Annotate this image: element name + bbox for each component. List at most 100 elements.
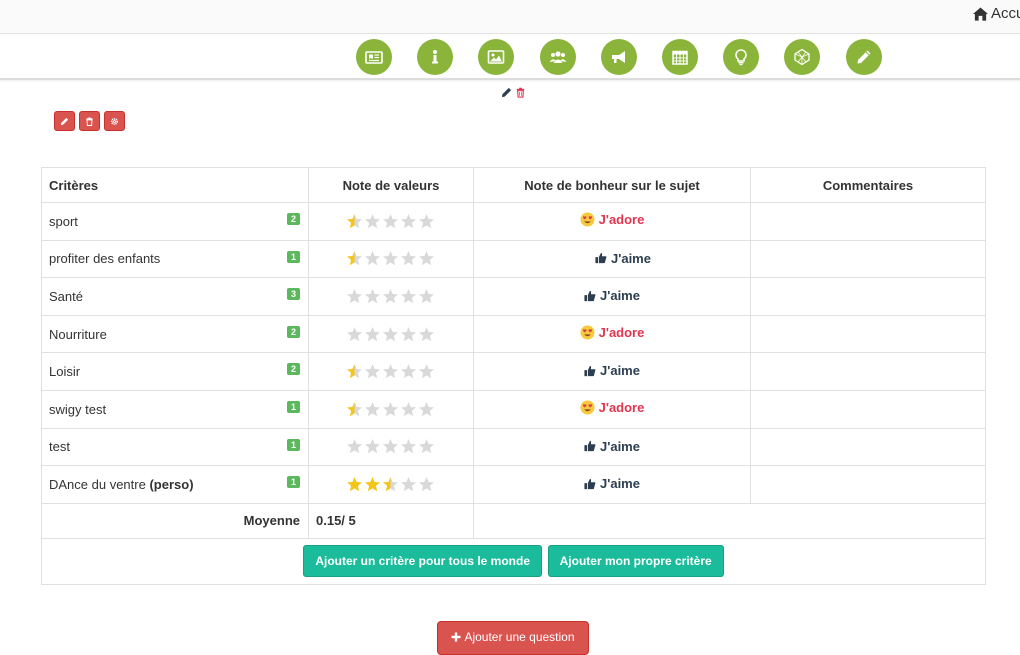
star-rating[interactable] (346, 476, 473, 493)
star-icon[interactable] (382, 213, 399, 230)
happiness-label: J'aime (600, 476, 640, 492)
star-icon[interactable] (364, 401, 381, 418)
trash-icon[interactable] (515, 87, 526, 98)
star-rating[interactable] (346, 213, 473, 230)
star-icon[interactable] (346, 326, 363, 343)
star-icon[interactable] (364, 476, 381, 493)
nav-edit-button[interactable] (846, 39, 882, 75)
criteria-table: Critères Note de valeurs Note de bonheur… (41, 167, 986, 585)
star-icon[interactable] (346, 363, 363, 380)
star-icon[interactable] (382, 326, 399, 343)
settings-button[interactable] (104, 111, 125, 131)
happiness-rating[interactable]: J'aime (595, 251, 651, 266)
comment-cell[interactable] (750, 202, 986, 241)
star-rating[interactable] (346, 288, 473, 305)
comment-cell[interactable] (750, 277, 986, 316)
star-icon[interactable] (382, 438, 399, 455)
happiness-rating[interactable]: J'adore (580, 325, 644, 340)
star-icon[interactable] (382, 250, 399, 267)
nav-ideas-button[interactable] (723, 39, 759, 75)
comment-cell[interactable] (750, 427, 986, 467)
happiness-rating[interactable]: J'adore (580, 212, 644, 227)
star-icon[interactable] (382, 288, 399, 305)
star-icon[interactable] (418, 250, 435, 267)
star-rating[interactable] (346, 438, 473, 455)
nav-users-button[interactable] (540, 39, 576, 75)
comment-cell[interactable] (750, 314, 986, 354)
star-icon[interactable] (364, 438, 381, 455)
thumbs-up-icon (584, 478, 596, 489)
star-icon[interactable] (400, 213, 417, 230)
nav-info-button[interactable] (417, 39, 453, 75)
home-link[interactable]: Accueil (973, 5, 1020, 22)
comment-cell[interactable] (750, 465, 986, 504)
heart-eyes-icon (580, 325, 595, 340)
happiness-rating[interactable]: J'aime (584, 439, 640, 454)
star-icon[interactable] (364, 250, 381, 267)
nav-announce-button[interactable] (601, 39, 637, 75)
star-rating[interactable] (346, 363, 473, 380)
criterion-name-cell: Santé 3 (41, 277, 309, 316)
star-icon[interactable] (346, 213, 363, 230)
globe-icon (794, 48, 810, 66)
image-icon (487, 50, 505, 64)
star-icon[interactable] (364, 326, 381, 343)
star-icon[interactable] (382, 363, 399, 380)
star-icon[interactable] (418, 326, 435, 343)
pencil-icon[interactable] (501, 87, 512, 98)
star-icon[interactable] (418, 363, 435, 380)
star-icon[interactable] (400, 476, 417, 493)
nav-image-button[interactable] (478, 39, 514, 75)
star-icon[interactable] (364, 363, 381, 380)
star-icon[interactable] (364, 288, 381, 305)
happiness-rating[interactable]: J'aime (584, 288, 640, 303)
comment-cell[interactable] (750, 239, 986, 279)
criterion-name-cell: Loisir 2 (41, 352, 309, 391)
star-icon[interactable] (400, 326, 417, 343)
add-criterion-all-button[interactable]: Ajouter un critère pour tous le monde (303, 545, 543, 578)
star-icon[interactable] (418, 476, 435, 493)
criterion-name: Loisir (49, 364, 81, 380)
star-rating[interactable] (346, 250, 473, 267)
heart-eyes-icon (580, 212, 595, 227)
comment-cell[interactable] (750, 389, 986, 429)
add-question-button[interactable]: Ajouter une question (437, 621, 589, 655)
nav-news-button[interactable] (356, 39, 392, 75)
edit-button[interactable] (54, 111, 75, 131)
count-badge: 2 (286, 213, 300, 225)
happiness-rating[interactable]: J'aime (584, 363, 640, 378)
star-icon[interactable] (364, 213, 381, 230)
happiness-rating[interactable]: J'aime (584, 476, 640, 491)
star-icon[interactable] (418, 288, 435, 305)
star-icon[interactable] (346, 401, 363, 418)
star-icon[interactable] (346, 250, 363, 267)
star-icon[interactable] (418, 438, 435, 455)
comment-cell[interactable] (750, 352, 986, 391)
star-icon[interactable] (346, 438, 363, 455)
happiness-rating[interactable]: J'adore (580, 400, 645, 416)
star-icon[interactable] (418, 213, 435, 230)
star-icon[interactable] (400, 363, 417, 380)
star-icon[interactable] (346, 288, 363, 305)
star-icon[interactable] (400, 250, 417, 267)
happiness-label: J'adore (598, 400, 645, 416)
star-icon[interactable] (418, 401, 435, 418)
star-icon[interactable] (382, 476, 399, 493)
star-icon[interactable] (346, 476, 363, 493)
star-rating[interactable] (346, 401, 473, 418)
gear-icon (110, 117, 119, 125)
star-icon[interactable] (400, 438, 417, 455)
table-row: DAnce du ventre (perso) 1 J'aime (41, 465, 986, 504)
add-own-criterion-button[interactable]: Ajouter mon propre critère (547, 545, 724, 578)
delete-button[interactable] (79, 111, 100, 131)
star-icon[interactable] (382, 401, 399, 418)
criterion-name: Santé (49, 288, 83, 304)
happiness-cell: J'adore (473, 202, 751, 241)
nav-calendar-button[interactable] (662, 39, 698, 75)
table-row: profiter des enfants 1 J'aime (41, 239, 986, 279)
star-rating[interactable] (346, 326, 473, 343)
table-row: Santé 3 J'aime (41, 277, 986, 316)
star-icon[interactable] (400, 401, 417, 418)
nav-world-button[interactable] (784, 39, 820, 75)
star-icon[interactable] (400, 288, 417, 305)
